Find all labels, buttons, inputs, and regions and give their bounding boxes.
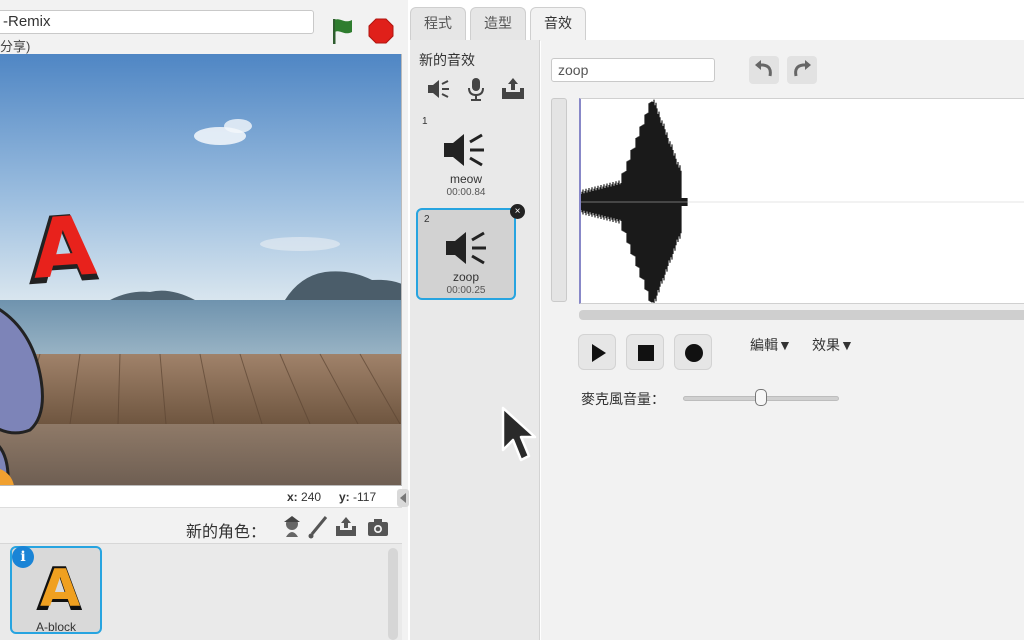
stage-canvas[interactable]: A A (0, 54, 402, 486)
y-coordinate: y: -117 (339, 490, 376, 504)
sprite-name: A-block (35, 620, 76, 634)
stage-panel: -Remix 分享) A A x: 240 y: -117 新的角色： A A … (0, 0, 409, 640)
sprite-library-icon[interactable] (280, 515, 304, 539)
waveform-scrollbar[interactable] (579, 310, 1024, 320)
sprite-tile-a-block[interactable]: A A i A-block (10, 546, 102, 634)
y-value: -117 (353, 490, 377, 504)
camera-icon[interactable] (366, 515, 390, 539)
sound-item-zoop[interactable]: 2 zoop 00:00.25 × (416, 204, 525, 300)
sound-duration: 00:00.25 (446, 285, 486, 296)
speaker-icon (446, 231, 486, 265)
sprite-thumb-letter-fill: A (40, 559, 80, 616)
paint-brush-icon[interactable] (306, 515, 330, 539)
green-flag-icon[interactable] (330, 17, 356, 45)
waveform-display[interactable] (579, 98, 1024, 304)
stop-sound-button[interactable] (626, 334, 664, 370)
waveform-icon (581, 99, 1024, 303)
sound-index: 1 (422, 116, 428, 127)
x-label: x: (287, 490, 298, 504)
new-sprite-label: 新的角色： (186, 524, 267, 541)
waveform-scroll-left[interactable] (551, 98, 567, 302)
play-icon (592, 344, 606, 362)
sprite-thumbnail: A A (36, 555, 82, 616)
sprite-list-scrollbar[interactable] (388, 548, 398, 640)
project-subtitle: 分享) (0, 39, 31, 54)
sound-library-icon[interactable] (426, 76, 452, 102)
sound-name-input[interactable] (551, 58, 715, 82)
sound-index: 2 (424, 214, 430, 225)
y-label: y: (339, 490, 350, 504)
x-value: 240 (301, 490, 322, 504)
redo-icon[interactable] (787, 56, 817, 84)
undo-icon[interactable] (749, 56, 779, 84)
upload-sprite-icon[interactable] (334, 515, 358, 539)
mic-volume-slider-handle[interactable] (755, 389, 767, 406)
record-icon (685, 344, 703, 362)
upload-sound-icon[interactable] (500, 76, 526, 102)
mouse-cursor-icon (501, 406, 537, 462)
tab-bar: 程式 造型 音效 (408, 0, 1024, 41)
collapse-arrow-icon[interactable] (397, 489, 409, 507)
info-icon[interactable]: i (12, 546, 34, 568)
coordinate-bar: x: 240 y: -117 (0, 486, 402, 508)
new-sound-label: 新的音效 (419, 52, 475, 68)
stage-sprite-letter-fill: A (29, 199, 99, 298)
stage-backdrop: A A (0, 54, 401, 485)
sound-item-meow[interactable]: 1 meow 00:00.84 (416, 112, 516, 204)
x-coordinate: x: 240 (287, 490, 321, 504)
tab-scripts[interactable]: 程式 (410, 7, 466, 40)
sprite-header: 新的角色： (0, 510, 402, 544)
edit-menu[interactable]: 編輯▼ (750, 335, 792, 355)
sound-duration: 00:00.84 (446, 187, 486, 198)
play-button[interactable] (578, 334, 616, 370)
effects-menu[interactable]: 效果▼ (812, 335, 854, 355)
sound-name: zoop (452, 270, 480, 284)
project-title-input[interactable]: -Remix (0, 10, 314, 34)
sounds-list-panel: 新的音效 1 meow 00:00.84 2 zoop 00:00.25 × (410, 40, 540, 640)
record-button[interactable] (674, 334, 712, 370)
tab-sounds[interactable]: 音效 (530, 7, 586, 41)
delete-sound-icon[interactable]: × (510, 204, 525, 219)
sound-name: meow (449, 172, 482, 186)
sound-editor: 編輯▼ 效果▼ 麥克風音量： (541, 40, 1024, 640)
microphone-icon[interactable] (463, 76, 489, 102)
mic-volume-label: 麥克風音量： (581, 391, 665, 407)
tab-costumes[interactable]: 造型 (470, 7, 526, 40)
stop-square-icon (638, 345, 654, 361)
stop-icon[interactable] (368, 18, 394, 44)
speaker-icon (444, 133, 484, 167)
